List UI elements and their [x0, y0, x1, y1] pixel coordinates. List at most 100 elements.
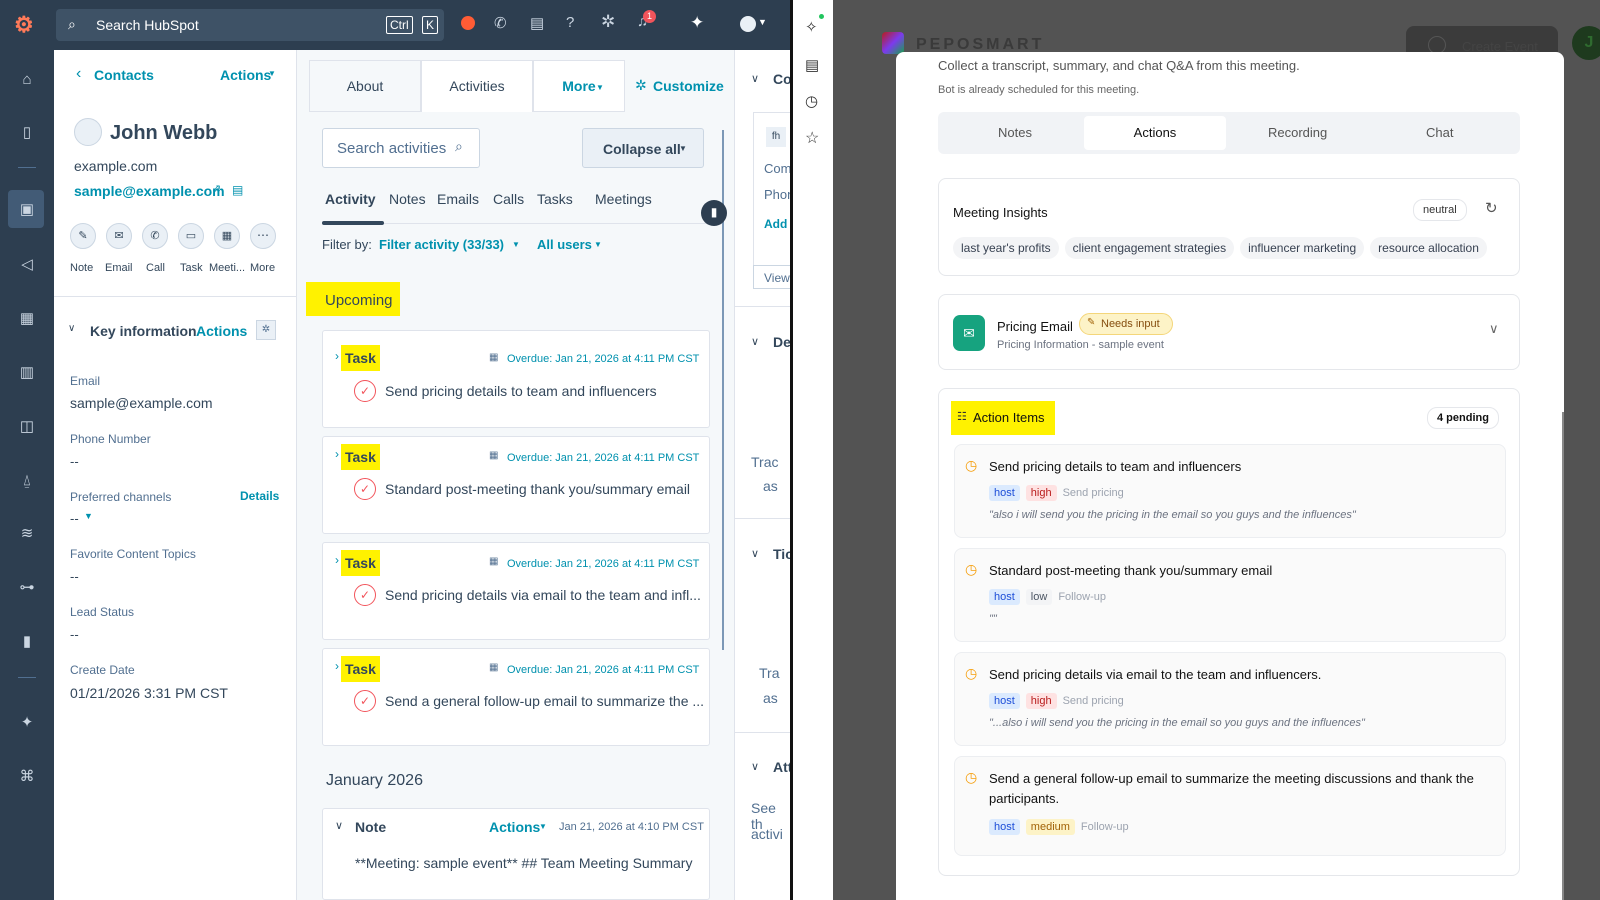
- subtab-tasks[interactable]: Tasks: [537, 191, 573, 207]
- upgrade-icon[interactable]: [461, 16, 475, 30]
- task-complete-checkbox[interactable]: ✓: [354, 380, 376, 402]
- action-circle-meeting[interactable]: ▦: [214, 223, 240, 249]
- chevron-down-icon[interactable]: ▼: [758, 17, 767, 27]
- filter-activity-dropdown[interactable]: Filter activity (33/33): [379, 237, 504, 252]
- chevron-down-icon[interactable]: ∨: [751, 72, 759, 85]
- expand-chevron-icon[interactable]: ›: [335, 447, 339, 461]
- action-circle-call[interactable]: ✆: [142, 223, 168, 249]
- data-icon[interactable]: ≋: [15, 521, 39, 545]
- chevron-down-icon[interactable]: ∨: [751, 547, 759, 560]
- collapse-all-button[interactable]: Collapse all ▼: [582, 128, 704, 168]
- task-complete-checkbox[interactable]: ✓: [354, 478, 376, 500]
- help-icon[interactable]: ?: [566, 14, 574, 31]
- subtab-notes[interactable]: Notes: [389, 191, 426, 207]
- star-icon[interactable]: ☆: [805, 128, 819, 148]
- subtab-calls[interactable]: Calls: [493, 191, 524, 207]
- activity-search[interactable]: Search activities ⌕: [322, 128, 480, 168]
- contact-actions-menu[interactable]: Actions: [220, 67, 271, 83]
- action-item[interactable]: ◷ Send pricing details to team and influ…: [954, 444, 1506, 538]
- settings-icon[interactable]: ✲: [601, 12, 615, 32]
- dropdown-caret-icon[interactable]: ▼: [84, 511, 93, 521]
- back-chevron-icon[interactable]: ‹: [76, 65, 81, 83]
- customize-link[interactable]: Customize: [653, 78, 724, 94]
- field-value-topics[interactable]: --: [70, 569, 79, 584]
- marketplace-icon[interactable]: ▤: [530, 14, 544, 32]
- global-search[interactable]: ⌕ Search HubSpot Ctrl K: [56, 9, 444, 41]
- phone-icon[interactable]: ✆: [494, 14, 507, 32]
- field-value-channels[interactable]: --: [70, 511, 79, 526]
- view-button[interactable]: View: [753, 265, 791, 289]
- sparkle-pin-icon[interactable]: ✧: [805, 18, 818, 36]
- bot-tab-recording[interactable]: Recording: [1268, 125, 1327, 140]
- home-icon[interactable]: ⌂: [15, 67, 39, 91]
- content-icon[interactable]: ▦: [15, 306, 39, 330]
- chevron-down-icon[interactable]: ∨: [1489, 321, 1499, 337]
- field-value-create-date[interactable]: 01/21/2026 3:31 PM CST: [70, 685, 228, 701]
- expand-chevron-icon[interactable]: ›: [335, 349, 339, 363]
- task-text[interactable]: Send a general follow-up email to summar…: [385, 693, 704, 709]
- contact-avatar[interactable]: [74, 118, 102, 146]
- all-users-dropdown[interactable]: All users: [537, 237, 592, 252]
- bot-tab-notes[interactable]: Notes: [998, 125, 1032, 140]
- collapse-chevron-icon[interactable]: ∨: [335, 819, 343, 832]
- copy-icon[interactable]: ▤: [232, 183, 243, 197]
- field-value-phone[interactable]: --: [70, 454, 79, 469]
- note-card[interactable]: ∨ Note Actions ▼ Jan 21, 2026 at 4:10 PM…: [322, 808, 710, 900]
- task-complete-checkbox[interactable]: ✓: [354, 690, 376, 712]
- field-value-lead-status[interactable]: --: [70, 627, 79, 642]
- marketing-icon[interactable]: ◁: [15, 252, 39, 276]
- action-circle-more[interactable]: ⋯: [250, 223, 276, 249]
- bot-tab-actions-active[interactable]: Actions: [1084, 116, 1226, 150]
- reporting-icon[interactable]: ▮: [15, 629, 39, 653]
- ai-sparkle-icon[interactable]: ✦: [690, 13, 704, 33]
- bookmark-icon[interactable]: ▯: [15, 120, 39, 144]
- action-circle-email[interactable]: ✉: [106, 223, 132, 249]
- user-avatar[interactable]: J: [1572, 26, 1600, 60]
- document-icon[interactable]: ▤: [805, 56, 819, 74]
- expand-chevron-icon[interactable]: ›: [335, 659, 339, 673]
- tab-activities[interactable]: Activities: [421, 60, 533, 112]
- breeze-icon[interactable]: ✦: [15, 710, 39, 734]
- bot-tab-chat[interactable]: Chat: [1426, 125, 1453, 140]
- contacts-back-link[interactable]: Contacts: [94, 67, 154, 83]
- chevron-down-icon[interactable]: ∨: [751, 760, 759, 773]
- task-text[interactable]: Standard post-meeting thank you/summary …: [385, 481, 690, 497]
- action-item[interactable]: ◷ Send pricing details via email to the …: [954, 652, 1506, 746]
- channels-details-link[interactable]: Details: [240, 489, 279, 503]
- development-icon[interactable]: ⌘: [15, 764, 39, 788]
- expand-chevron-icon[interactable]: ›: [335, 553, 339, 567]
- task-card[interactable]: › Task ▦ Overdue: Jan 21, 2026 at 4:11 P…: [322, 436, 710, 534]
- chevron-down-icon[interactable]: ∨: [751, 335, 759, 348]
- task-complete-checkbox[interactable]: ✓: [354, 584, 376, 606]
- action-item[interactable]: ◷ Standard post-meeting thank you/summar…: [954, 548, 1506, 642]
- subtab-activity[interactable]: Activity: [325, 191, 376, 207]
- tab-about[interactable]: About: [309, 60, 421, 112]
- commerce-icon[interactable]: ▥: [15, 360, 39, 384]
- subtab-emails[interactable]: Emails: [437, 191, 479, 207]
- section-co[interactable]: Co: [773, 71, 792, 87]
- action-circle-note[interactable]: ✎: [70, 223, 96, 249]
- contacts-icon[interactable]: ▣: [15, 197, 39, 221]
- note-actions-menu[interactable]: Actions: [489, 819, 540, 835]
- settings-gear-icon[interactable]: ✲: [256, 320, 276, 340]
- action-circle-task[interactable]: ▭: [178, 223, 204, 249]
- task-card[interactable]: › Task ▦ Overdue: Jan 21, 2026 at 4:11 P…: [322, 330, 710, 428]
- chevron-down-icon[interactable]: ∨: [68, 323, 75, 334]
- sales-icon[interactable]: ◫: [15, 414, 39, 438]
- task-text[interactable]: Send pricing details via email to the te…: [385, 587, 701, 603]
- customize-gear-icon[interactable]: ✲: [635, 77, 647, 94]
- contact-email-link[interactable]: sample@example.com: [74, 183, 225, 199]
- task-text[interactable]: Send pricing details to team and influen…: [385, 383, 657, 399]
- service-icon[interactable]: ⍙: [15, 468, 39, 492]
- pricing-email-card[interactable]: ✉ Pricing Email ✎ Needs input Pricing In…: [938, 294, 1520, 370]
- action-item[interactable]: ◷ Send a general follow-up email to summ…: [954, 756, 1506, 856]
- collapse-panel-toggle[interactable]: ▮: [701, 200, 727, 226]
- task-card[interactable]: › Task ▦ Overdue: Jan 21, 2026 at 4:11 P…: [322, 648, 710, 746]
- tab-more[interactable]: More: [533, 60, 625, 112]
- external-link-icon[interactable]: ⇗: [212, 182, 221, 195]
- field-value-email[interactable]: sample@example.com: [70, 395, 213, 411]
- account-avatar[interactable]: [740, 16, 756, 32]
- section-de[interactable]: De: [773, 334, 791, 350]
- key-info-title[interactable]: Key information: [90, 323, 197, 339]
- bot-scrollbar[interactable]: [1562, 412, 1564, 900]
